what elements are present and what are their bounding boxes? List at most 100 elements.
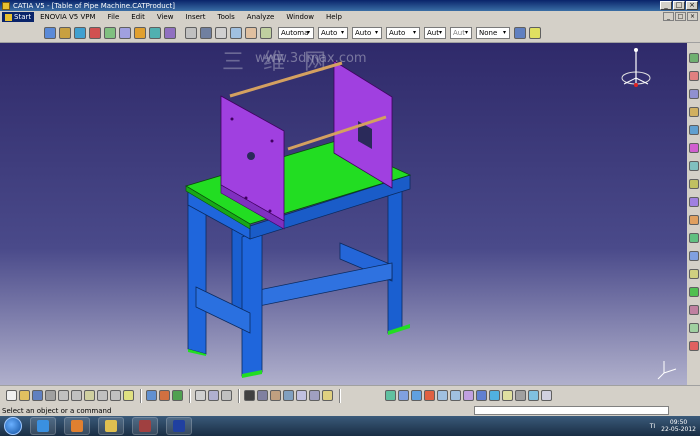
scene-icon[interactable] (260, 26, 272, 39)
iso-view-icon[interactable] (476, 390, 487, 401)
settings-icon[interactable] (541, 390, 552, 401)
taskbar-catia[interactable] (166, 417, 192, 435)
minimize-button[interactable]: _ (660, 1, 672, 10)
comment-icon[interactable] (208, 390, 219, 401)
compass-widget[interactable] (616, 46, 656, 96)
zoom-in-icon[interactable] (437, 390, 448, 401)
line-icon[interactable] (244, 390, 255, 401)
fly-mode-icon[interactable] (385, 390, 396, 401)
layer-combo[interactable]: None ▾ (476, 26, 510, 39)
sketch-support-icon[interactable] (309, 390, 320, 401)
update-icon[interactable] (104, 26, 116, 39)
flexible-icon[interactable] (688, 287, 699, 297)
apply-material-icon[interactable] (528, 390, 539, 401)
catalog-icon[interactable] (119, 26, 131, 39)
hole-icon[interactable] (688, 341, 699, 351)
menu-enovia[interactable]: ENOVIA V5 VPM (40, 13, 95, 21)
layers-icon[interactable] (322, 390, 333, 401)
menu-insert[interactable]: Insert (185, 13, 205, 21)
angle-icon[interactable] (688, 233, 699, 243)
menu-window[interactable]: Window (286, 13, 314, 21)
color-combo[interactable]: Automa ▾ (278, 26, 314, 39)
replace-component-icon[interactable] (688, 89, 699, 99)
menu-help[interactable]: Help (326, 13, 342, 21)
part-icon[interactable] (59, 26, 71, 39)
manipulate-icon[interactable] (149, 26, 161, 39)
graph-tree-icon[interactable] (688, 107, 699, 117)
pan-icon[interactable] (411, 390, 422, 401)
normal-view-icon[interactable] (463, 390, 474, 401)
measure-icon[interactable] (134, 26, 146, 39)
line-thickness-combo[interactable]: Auto ▾ (352, 26, 382, 39)
product-icon[interactable] (74, 26, 86, 39)
split-icon[interactable] (688, 323, 699, 333)
open-file-icon[interactable] (19, 390, 30, 401)
render-style-combo[interactable]: Aut ▾ (450, 26, 472, 39)
reset-position-icon[interactable] (688, 143, 699, 153)
distance-icon[interactable] (230, 26, 242, 39)
menu-edit[interactable]: Edit (131, 13, 145, 21)
menu-view[interactable]: View (157, 13, 174, 21)
update-all-icon[interactable] (146, 390, 157, 401)
menu-analyze[interactable]: Analyze (247, 13, 275, 21)
swap-space-icon[interactable] (515, 390, 526, 401)
menu-file[interactable]: File (108, 13, 120, 21)
taskbar-app[interactable] (132, 417, 158, 435)
hide-show-icon[interactable] (502, 390, 513, 401)
paint-brush-icon[interactable] (514, 26, 526, 39)
rotate-icon[interactable] (424, 390, 435, 401)
zoom-out-icon[interactable] (450, 390, 461, 401)
taskbar-explorer[interactable] (98, 417, 124, 435)
snap-icon[interactable] (164, 26, 176, 39)
clamp-icon[interactable] (270, 390, 281, 401)
new-file-icon[interactable] (6, 390, 17, 401)
fit-all-icon[interactable] (398, 390, 409, 401)
3d-viewport[interactable]: 三 维 网 www.3dmax.com (0, 43, 687, 385)
linetype-combo[interactable]: Auto ▾ (386, 26, 420, 39)
command-input[interactable] (474, 406, 669, 415)
point-symbol-combo[interactable]: Aut ▾ (424, 26, 446, 39)
shading-icon[interactable] (489, 390, 500, 401)
product-structure-icon[interactable] (159, 390, 170, 401)
table-model[interactable] (0, 43, 687, 385)
language-indicator[interactable]: TI (650, 423, 655, 430)
formula-icon[interactable] (195, 390, 206, 401)
fix-icon[interactable] (688, 161, 699, 171)
offset-icon[interactable] (688, 215, 699, 225)
existing-component-icon[interactable] (688, 71, 699, 81)
copy-icon[interactable] (71, 390, 82, 401)
paste-icon[interactable] (84, 390, 95, 401)
sketch-icon[interactable] (44, 26, 56, 39)
clash-icon[interactable] (200, 26, 212, 39)
explode-icon[interactable] (185, 26, 197, 39)
renumber-icon[interactable] (688, 125, 699, 135)
contact-icon[interactable] (688, 197, 699, 207)
doc-minimize-button[interactable]: _ (663, 12, 674, 21)
maximize-button[interactable]: □ (673, 1, 685, 10)
new-component-icon[interactable] (688, 53, 699, 63)
coincidence-icon[interactable] (688, 179, 699, 189)
quick-constraint-icon[interactable] (688, 269, 699, 279)
knowledge-icon[interactable] (221, 390, 232, 401)
redo-icon[interactable] (110, 390, 121, 401)
properties-icon[interactable] (529, 26, 541, 39)
taskbar-ie[interactable] (30, 417, 56, 435)
windows-start-icon[interactable] (4, 417, 22, 435)
snapshot-icon[interactable] (283, 390, 294, 401)
whats-this-icon[interactable] (123, 390, 134, 401)
generate-icon[interactable] (172, 390, 183, 401)
swap-icon[interactable] (296, 390, 307, 401)
start-menu[interactable]: Start (2, 12, 35, 22)
cut-icon[interactable] (58, 390, 69, 401)
constraint-icon[interactable] (89, 26, 101, 39)
reuse-pattern-icon[interactable] (688, 305, 699, 315)
transparency-combo[interactable]: Auto ▾ (318, 26, 348, 39)
clock[interactable]: 09:50 22-05-2012 (661, 419, 696, 433)
section-icon[interactable] (215, 26, 227, 39)
fix-together-icon[interactable] (688, 251, 699, 261)
menu-tools[interactable]: Tools (218, 13, 235, 21)
taskbar-media[interactable] (64, 417, 90, 435)
grid-icon[interactable] (257, 390, 268, 401)
close-button[interactable]: × (686, 1, 698, 10)
save-icon[interactable] (32, 390, 43, 401)
